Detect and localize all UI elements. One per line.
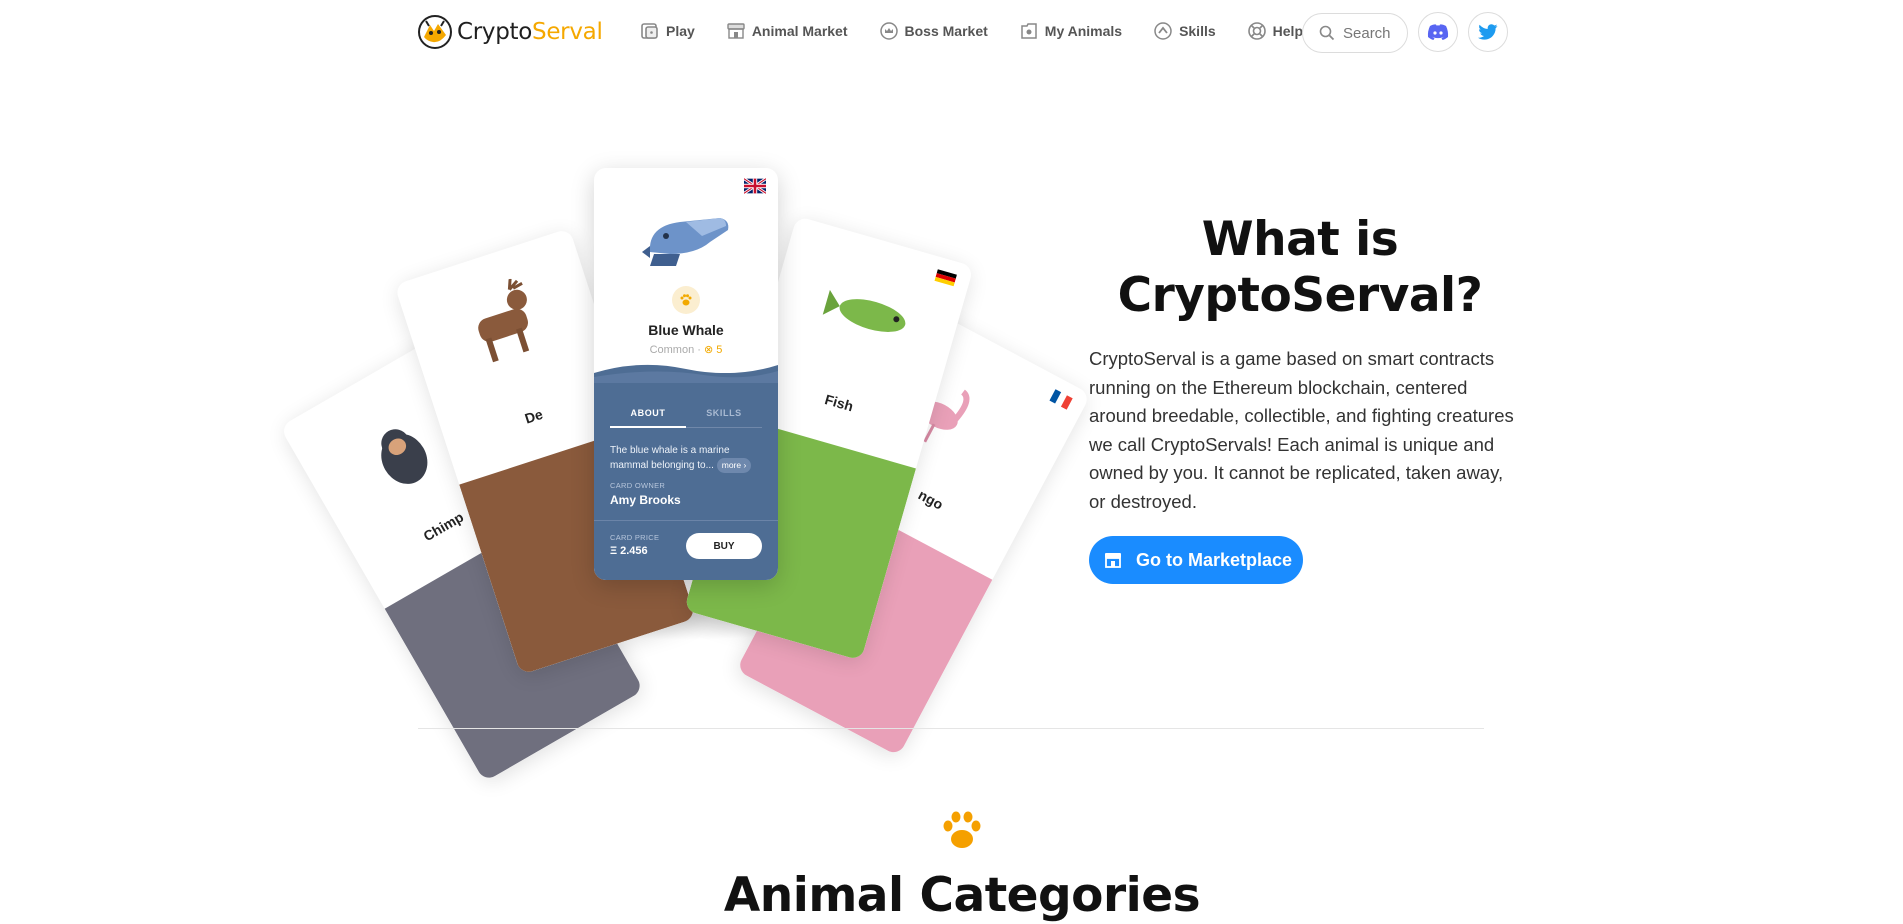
- twitter-button[interactable]: [1468, 12, 1508, 52]
- uk-flag-icon: [744, 178, 766, 194]
- card-description: The blue whale is a marine mammal belong…: [610, 443, 760, 473]
- nav-item-boss-market[interactable]: Boss Market: [879, 21, 988, 41]
- store-icon: [1105, 553, 1121, 568]
- paw-badge-icon: [672, 286, 700, 314]
- nav-item-label: Animal Market: [751, 23, 848, 39]
- coin-icon: ⊗: [704, 344, 714, 356]
- logo-text: CryptoServal: [457, 19, 603, 45]
- tab-about[interactable]: ABOUT: [610, 408, 686, 428]
- card-meta: Common · ⊗ 5: [594, 343, 778, 356]
- dice-icon: [641, 23, 658, 39]
- owner-name: Amy Brooks: [610, 493, 681, 507]
- nav-item-my-animals[interactable]: My Animals: [1019, 21, 1122, 41]
- featured-card-blue-whale: Blue Whale Common · ⊗ 5 ABOUT SKILLS The…: [594, 168, 778, 580]
- section-divider: [418, 728, 1484, 729]
- search-icon: [1319, 25, 1335, 41]
- meta-separator: ·: [697, 344, 704, 356]
- more-link[interactable]: more ›: [716, 458, 752, 473]
- card-fan-illustration: Chimp De ngo Fish Blue Whale Common · ⊗ …: [279, 160, 1091, 782]
- nav-item-skills[interactable]: Skills: [1153, 21, 1216, 41]
- crown-badge-icon: [879, 22, 898, 40]
- nav-item-label: My Animals: [1044, 23, 1123, 39]
- tab-skills[interactable]: SKILLS: [686, 408, 762, 428]
- nav-item-label: Help: [1272, 23, 1303, 39]
- discord-icon: [1427, 24, 1449, 40]
- germany-flag-icon: [934, 269, 957, 287]
- price-label: CARD PRICE: [610, 533, 660, 542]
- logo[interactable]: CryptoServal: [418, 15, 603, 49]
- lifebuoy-icon: [1247, 22, 1266, 40]
- card-coin-value: 5: [716, 344, 723, 356]
- paw-icon: [943, 811, 981, 848]
- buy-button[interactable]: BUY: [686, 533, 762, 559]
- card-rarity: Common: [649, 344, 695, 356]
- more-label: more: [721, 460, 742, 470]
- search-label: Search: [1343, 24, 1391, 42]
- twitter-icon: [1478, 23, 1498, 40]
- main-menu: Play Animal Market Boss Market My Animal…: [640, 21, 1334, 41]
- whale-illustration: [642, 218, 729, 266]
- logo-text-crypto: Crypto: [457, 19, 533, 45]
- owner-label: CARD OWNER: [610, 481, 666, 490]
- card-description-text: The blue whale is a marine mammal belong…: [610, 445, 730, 471]
- go-to-marketplace-button[interactable]: Go to Marketplace: [1089, 536, 1303, 584]
- discord-button[interactable]: [1418, 12, 1458, 52]
- wave-decoration: [594, 364, 778, 383]
- nav-item-label: Boss Market: [904, 23, 988, 39]
- hero-description: CryptoServal is a game based on smart co…: [1089, 348, 1514, 512]
- card-price: Ξ 2.456: [610, 545, 648, 557]
- card-info-panel: ABOUT SKILLS The blue whale is a marine …: [594, 364, 778, 580]
- nav-item-help[interactable]: Help: [1247, 21, 1303, 41]
- nav-item-play[interactable]: Play: [640, 21, 695, 41]
- nav-item-animal-market[interactable]: Animal Market: [726, 21, 848, 41]
- card-tabs: ABOUT SKILLS: [610, 408, 762, 428]
- nav-item-label: Play: [666, 23, 695, 39]
- section-title-animal-categories: Animal Categories: [723, 868, 1201, 923]
- nav-item-label: Skills: [1179, 23, 1216, 39]
- top-nav: CryptoServal Play Animal Market Boss Mar…: [0, 0, 1903, 66]
- search-button[interactable]: Search: [1302, 13, 1408, 53]
- cta-label: Go to Marketplace: [1136, 549, 1293, 570]
- skill-badge-icon: [1154, 22, 1172, 40]
- card-separator: [594, 520, 778, 521]
- fish-illustration: [822, 289, 906, 332]
- logo-text-serval: Serval: [532, 19, 603, 45]
- hero-title: What is CryptoServal?: [1117, 212, 1483, 323]
- france-flag-icon: [1049, 389, 1073, 410]
- chimp-illustration: [381, 429, 428, 484]
- folder-animal-icon: [1021, 23, 1037, 39]
- serval-logo-icon: [418, 15, 452, 49]
- deer-illustration: [478, 278, 530, 363]
- store-icon: [727, 23, 745, 39]
- card-animal-name: Blue Whale: [648, 322, 724, 338]
